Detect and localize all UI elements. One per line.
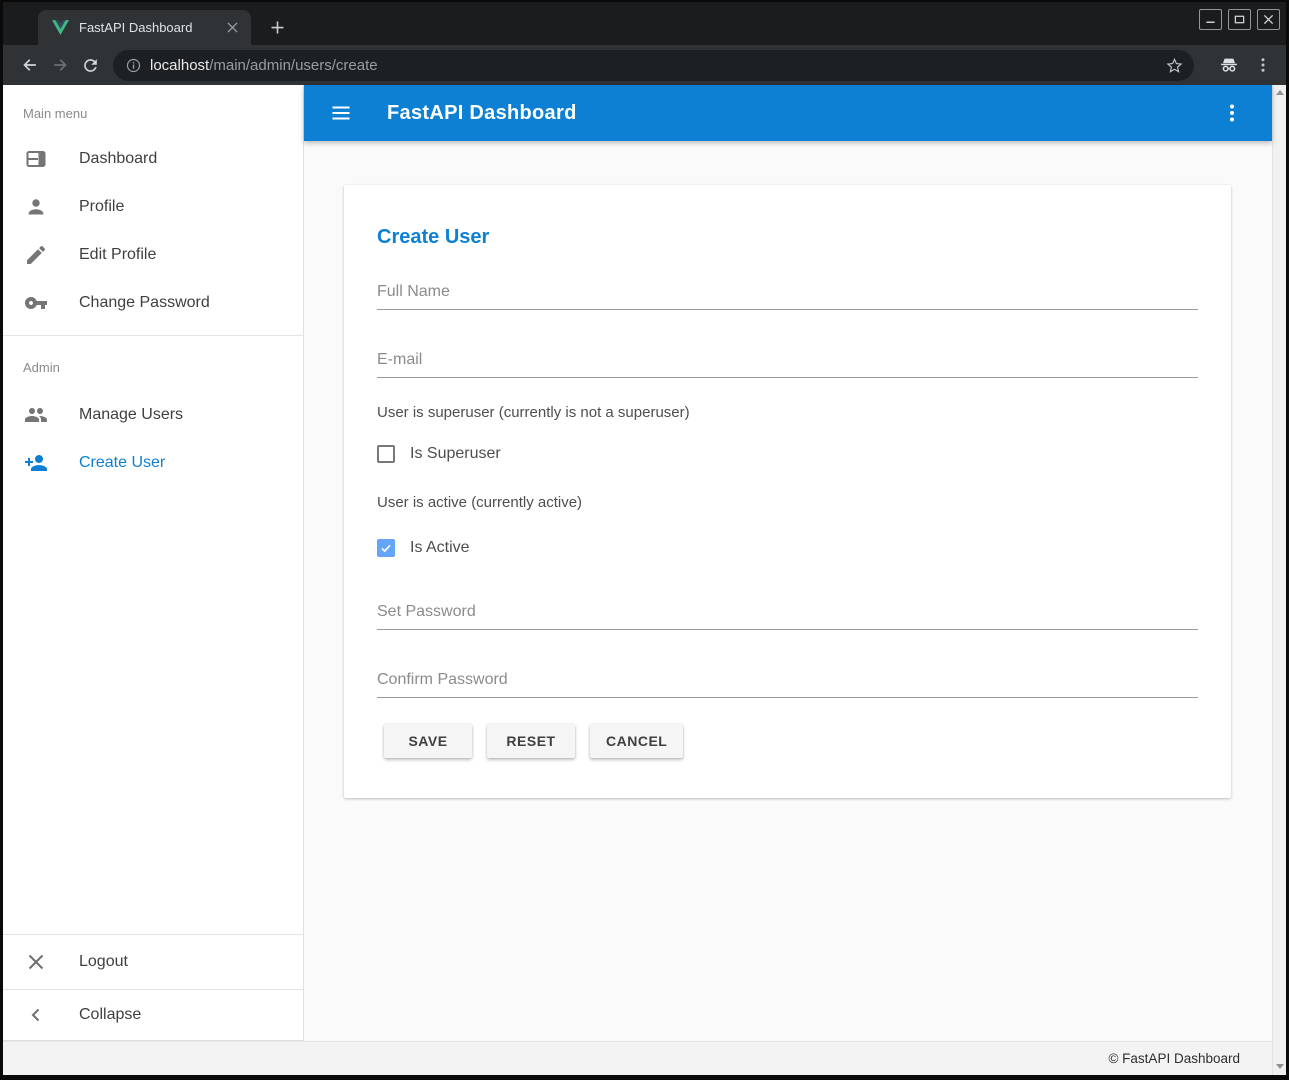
hamburger-menu-button[interactable]	[329, 101, 353, 125]
sidebar-item-change-password[interactable]: Change Password	[3, 279, 303, 327]
footer-copyright: © FastAPI Dashboard	[1108, 1051, 1240, 1066]
appbar-title: FastAPI Dashboard	[387, 102, 577, 125]
sidebar-item-label: Collapse	[79, 1006, 141, 1024]
person-add-icon	[24, 451, 48, 475]
save-button[interactable]: SAVE	[384, 724, 472, 758]
browser-toolbar: localhost/main/admin/users/create	[3, 45, 1286, 85]
maximize-button[interactable]	[1228, 9, 1251, 30]
superuser-hint: User is superuser (currently is not a su…	[377, 402, 1198, 424]
active-checkbox-label: Is Active	[410, 539, 470, 557]
person-icon	[24, 195, 48, 219]
page-content: Main menu Dashboard Profile	[3, 85, 1286, 1075]
active-hint: User is active (currently active)	[377, 492, 1198, 514]
minimize-button[interactable]	[1199, 9, 1222, 30]
sidebar-item-label: Edit Profile	[79, 246, 156, 264]
footer: © FastAPI Dashboard	[3, 1041, 1272, 1075]
browser-tab[interactable]: FastAPI Dashboard	[38, 10, 251, 45]
url-host: localhost	[150, 57, 209, 74]
full-name-field	[377, 281, 1198, 310]
scroll-down-arrow[interactable]	[1276, 1064, 1284, 1069]
sidebar: Main menu Dashboard Profile	[3, 85, 304, 1041]
tab-close-button[interactable]	[223, 19, 241, 37]
confirm-password-field	[377, 669, 1198, 698]
sidebar-item-dashboard[interactable]: Dashboard	[3, 135, 303, 183]
button-row: SAVE RESET CANCEL	[384, 724, 1198, 758]
scroll-up-arrow[interactable]	[1276, 90, 1284, 95]
close-icon	[24, 950, 48, 974]
reset-button[interactable]: RESET	[487, 724, 575, 758]
sidebar-section-label-main-menu: Main menu	[23, 106, 303, 121]
people-icon	[24, 403, 48, 427]
url-text: localhost/main/admin/users/create	[150, 57, 378, 74]
superuser-checkbox[interactable]	[377, 445, 395, 463]
active-checkbox[interactable]	[377, 539, 395, 557]
browser-menu-button[interactable]	[1254, 56, 1272, 74]
sidebar-item-logout[interactable]: Logout	[3, 934, 303, 989]
set-password-field	[377, 601, 1198, 630]
incognito-icon	[1218, 54, 1240, 76]
email-input[interactable]	[377, 349, 1198, 378]
scrollbar[interactable]	[1272, 85, 1286, 1075]
back-button[interactable]	[15, 50, 45, 80]
sidebar-item-label: Create User	[79, 454, 165, 472]
sidebar-item-collapse[interactable]: Collapse	[3, 989, 303, 1040]
sidebar-item-label: Change Password	[79, 294, 210, 312]
appbar-menu-button[interactable]	[1220, 101, 1244, 125]
create-user-card: Create User User is superuser (currently…	[344, 185, 1231, 798]
confirm-password-input[interactable]	[377, 669, 1198, 698]
key-icon	[24, 291, 48, 315]
set-password-input[interactable]	[377, 601, 1198, 630]
window-controls	[1199, 9, 1280, 30]
sidebar-item-label: Dashboard	[79, 150, 157, 168]
sidebar-item-create-user[interactable]: Create User	[3, 439, 303, 487]
sidebar-item-label: Logout	[79, 953, 128, 971]
page-title: Create User	[377, 185, 1198, 223]
browser-tabstrip: FastAPI Dashboard	[3, 2, 1286, 45]
sidebar-item-profile[interactable]: Profile	[3, 183, 303, 231]
active-checkbox-row[interactable]: Is Active	[377, 536, 1198, 560]
superuser-checkbox-label: Is Superuser	[410, 445, 501, 463]
url-path: /main/admin/users/create	[209, 57, 377, 74]
vue-logo-icon	[52, 20, 69, 35]
tab-title: FastAPI Dashboard	[79, 20, 223, 35]
sidebar-section-label-admin: Admin	[23, 360, 303, 375]
sidebar-item-label: Profile	[79, 198, 124, 216]
window-close-button[interactable]	[1257, 9, 1280, 30]
dashboard-icon	[24, 147, 48, 171]
superuser-checkbox-row[interactable]: Is Superuser	[377, 442, 1198, 466]
forward-button[interactable]	[45, 50, 75, 80]
address-bar[interactable]: localhost/main/admin/users/create	[113, 50, 1194, 81]
sidebar-item-label: Manage Users	[79, 406, 183, 424]
cancel-button[interactable]: CANCEL	[590, 724, 683, 758]
check-icon	[379, 541, 393, 555]
main-area: FastAPI Dashboard Create User User is su…	[304, 85, 1272, 1041]
appbar: FastAPI Dashboard	[304, 85, 1272, 141]
sidebar-item-manage-users[interactable]: Manage Users	[3, 391, 303, 439]
chevron-left-icon	[24, 1003, 48, 1027]
sidebar-divider	[3, 335, 303, 336]
email-field	[377, 349, 1198, 378]
bookmark-star-button[interactable]	[1165, 56, 1184, 75]
reload-button[interactable]	[75, 50, 105, 80]
new-tab-button[interactable]	[263, 13, 291, 41]
sidebar-item-edit-profile[interactable]: Edit Profile	[3, 231, 303, 279]
info-icon[interactable]	[125, 57, 142, 74]
full-name-input[interactable]	[377, 281, 1198, 310]
pencil-icon	[24, 243, 48, 267]
